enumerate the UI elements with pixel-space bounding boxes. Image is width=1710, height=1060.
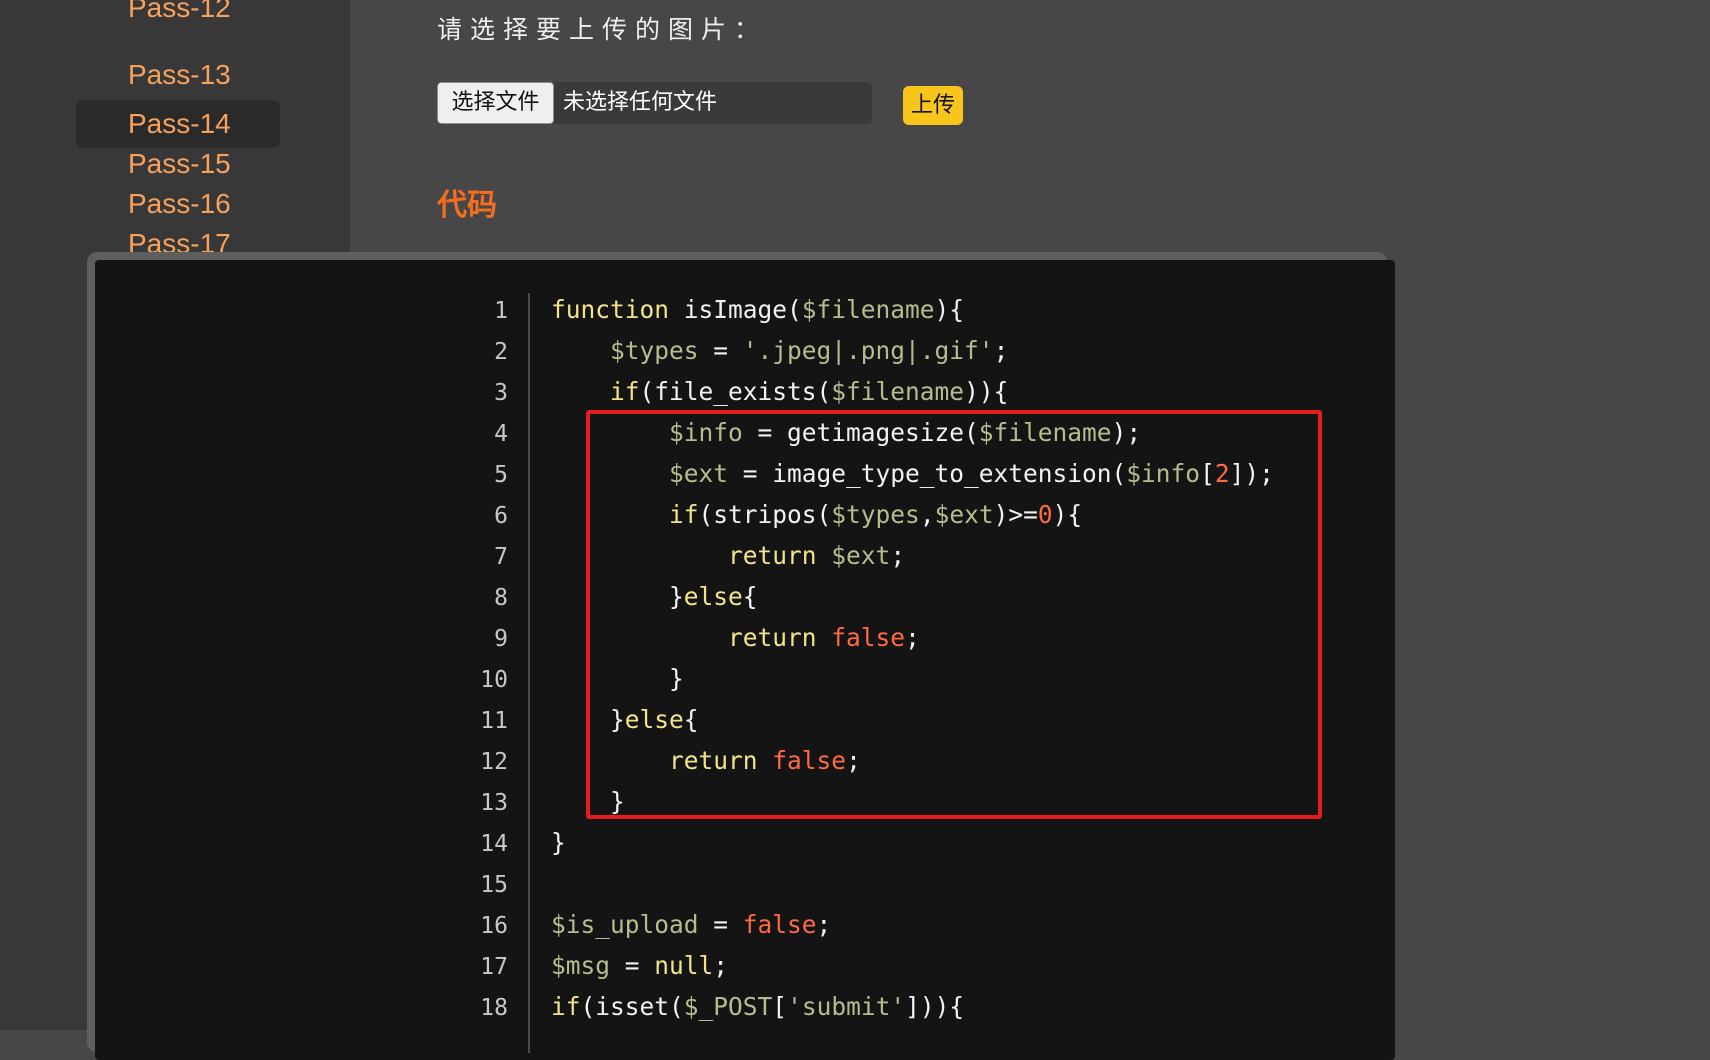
line-number: 13	[480, 790, 508, 816]
code-line: function isImage($filename){	[551, 289, 964, 330]
code-token: ;	[993, 336, 1009, 365]
code-line: if(isset($_POST['submit'])){	[551, 986, 964, 1027]
code-token: =	[698, 910, 743, 939]
code-token: 'submit'	[787, 992, 906, 1021]
code-token: ;	[816, 910, 832, 939]
code-line: $is_upload = false;	[551, 904, 831, 945]
code-section-title: 代码	[437, 188, 497, 223]
code-token: [	[772, 992, 788, 1021]
line-number: 9	[494, 626, 508, 652]
code-token: $msg	[551, 951, 611, 980]
line-number: 15	[480, 872, 508, 898]
upload-prompt: 请选择要上传的图片：	[437, 15, 768, 44]
line-number: 5	[494, 462, 508, 488]
code-line: }	[551, 822, 566, 863]
code-token: ])){	[905, 992, 965, 1021]
code-token: ;	[713, 951, 729, 980]
line-number: 8	[494, 585, 508, 611]
line-number: 14	[480, 831, 508, 857]
code-token: isImage(	[669, 295, 802, 324]
code-token: (isset(	[580, 992, 684, 1021]
line-number: 18	[480, 995, 508, 1021]
code-token: if	[610, 377, 640, 406]
file-input[interactable]: 选择文件 未选择任何文件	[437, 82, 872, 124]
line-number: 16	[480, 913, 508, 939]
highlight-box	[586, 410, 1322, 819]
line-number: 6	[494, 503, 508, 529]
code-token: (file_exists(	[639, 377, 832, 406]
code-line: if(file_exists($filename)){	[551, 371, 1008, 412]
line-number: 17	[480, 954, 508, 980]
code-line: $msg = null;	[551, 945, 728, 986]
code-token: '.jpeg|.png|.gif'	[742, 336, 994, 365]
code-token: }	[551, 828, 566, 857]
file-status-text: 未选择任何文件	[563, 90, 718, 115]
code-token: ))	[964, 377, 994, 406]
code-token: false	[742, 910, 817, 939]
sidebar-item-pass-13[interactable]: Pass-13	[76, 51, 280, 99]
code-token: $filename	[831, 377, 965, 406]
sidebar-item-pass-12[interactable]: Pass-12	[76, 0, 280, 32]
line-number: 3	[494, 380, 508, 406]
code-token: {	[993, 377, 1009, 406]
line-number: 4	[494, 421, 508, 447]
choose-file-button[interactable]: 选择文件	[437, 82, 554, 124]
code-token: $types	[610, 336, 699, 365]
code-token: $_POST	[683, 992, 773, 1021]
line-number: 2	[494, 339, 508, 365]
code-line: $types = '.jpeg|.png|.gif';	[551, 330, 1008, 371]
gutter-divider	[528, 293, 530, 1053]
code-token: null	[654, 951, 714, 980]
code-token: =	[610, 951, 655, 980]
upload-button[interactable]: 上传	[903, 86, 963, 125]
code-token: $is_upload	[551, 910, 699, 939]
line-number: 10	[480, 667, 508, 693]
code-token: ){	[934, 295, 965, 324]
code-token: $filename	[801, 295, 935, 324]
line-number: 1	[494, 298, 508, 324]
code-token: =	[698, 336, 743, 365]
line-number: 11	[480, 708, 508, 734]
code-token: if	[551, 992, 581, 1021]
line-number: 12	[480, 749, 508, 775]
code-token: function	[551, 295, 670, 324]
line-number: 7	[494, 544, 508, 570]
